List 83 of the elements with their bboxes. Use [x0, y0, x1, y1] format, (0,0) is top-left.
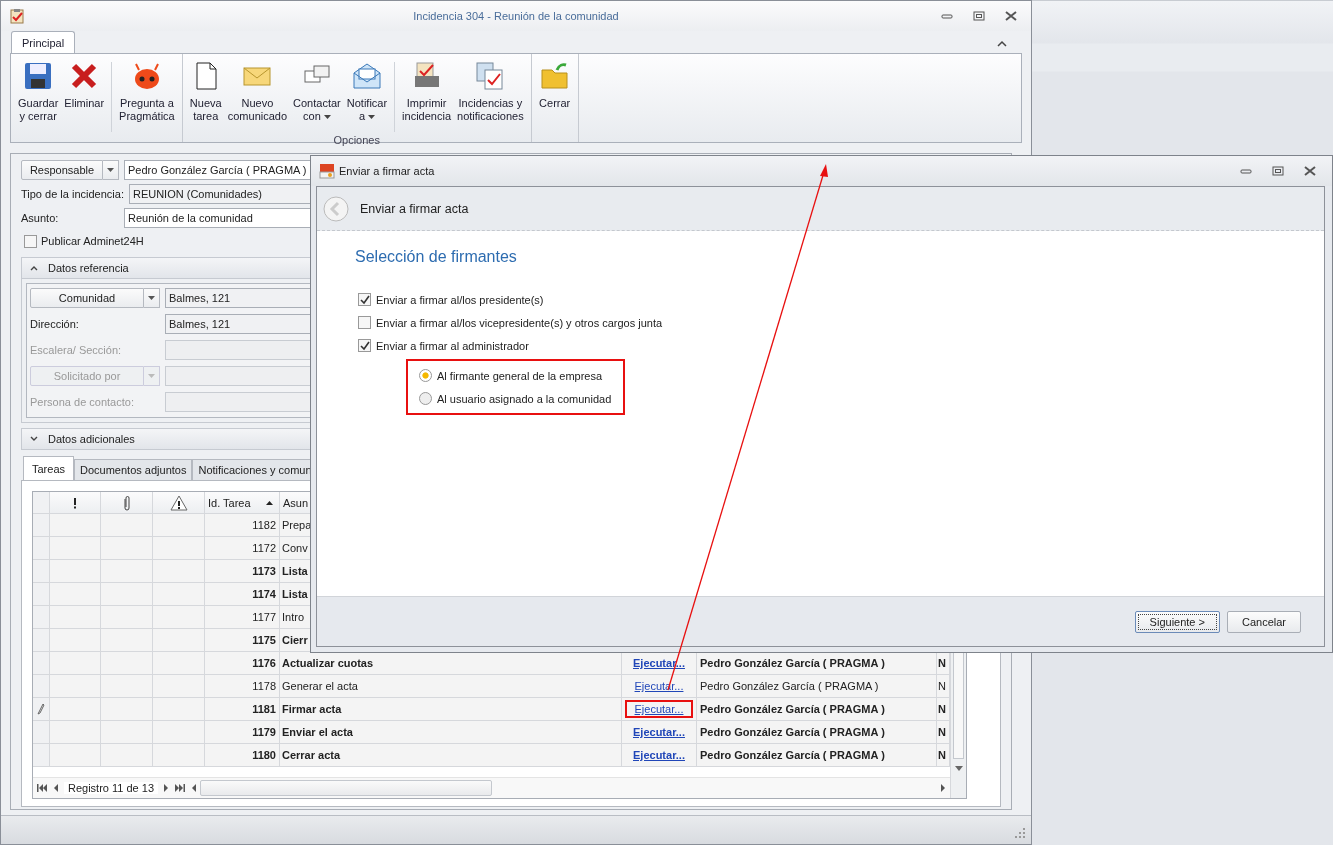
checkbox[interactable] [358, 339, 371, 352]
ribbon-button[interactable]: Nuevo comunicado [224, 58, 291, 125]
folder-icon [538, 60, 571, 92]
scroll-left-icon[interactable] [191, 784, 197, 792]
cancel-button[interactable]: Cancelar [1226, 610, 1301, 633]
checkbox-label: Enviar a firmar al/los vicepresidente(s) y otros cargos junta [376, 316, 663, 329]
ribbon-tab[interactable]: Principal [11, 31, 76, 53]
radio-label: Al firmante general de la empresa [437, 369, 603, 382]
action-link[interactable]: Ejecutar... [633, 726, 685, 738]
table-cell [153, 744, 205, 767]
table-cell: Cerrar acta [280, 744, 622, 767]
scroll-right-icon[interactable] [941, 784, 946, 792]
ribbon-button[interactable]: Cerrar [535, 58, 574, 112]
pdf-icon [319, 163, 335, 179]
field-label: Escalera/ Sección: [30, 344, 123, 356]
action-link[interactable]: Ejecutar... [634, 703, 684, 715]
table-cell [50, 744, 101, 767]
responsible-button[interactable]: Responsable [21, 159, 103, 180]
checkbox-label: Publicar Adminet24H [41, 235, 144, 247]
lookup-button[interactable]: Comunidad [30, 288, 144, 308]
checkbox[interactable] [358, 316, 371, 329]
field-label: Asunto: [21, 210, 60, 225]
group-label: Opciones [332, 133, 381, 148]
next-icon[interactable] [164, 784, 170, 792]
maximize-icon[interactable] [973, 11, 985, 21]
tab[interactable]: Documentos adjuntos [74, 459, 193, 480]
ribbon-button[interactable]: Guardar y cerrar [15, 58, 62, 125]
scroll-down-icon[interactable] [955, 766, 963, 771]
ribbon-button[interactable]: Nueva tarea [186, 58, 225, 125]
back-button[interactable] [323, 195, 349, 222]
dropdown-button[interactable] [103, 159, 119, 180]
table-cell [101, 744, 153, 767]
first-record-icon[interactable] [37, 784, 47, 792]
checkbox-label: Enviar a firmar al/los presidente(s) [376, 293, 544, 306]
checkbox[interactable] [24, 234, 37, 248]
ribbon-button[interactable]: Notificar a [343, 58, 391, 125]
radio-button[interactable] [419, 392, 432, 405]
collapse-icon[interactable] [997, 40, 1007, 48]
chevron-icon [30, 436, 38, 442]
checkbox[interactable] [358, 293, 371, 306]
column-title: Asun [283, 496, 310, 509]
ribbon-button[interactable]: Incidencias y notificaciones [454, 58, 527, 125]
row-indicator[interactable] [33, 698, 50, 721]
paperclip-icon [122, 494, 131, 511]
column-title: Id. Tarea [208, 496, 252, 509]
table-cell: 1180 [205, 744, 280, 767]
record-counter: Registro 11 de 13 [64, 782, 159, 794]
field-label: Persona de contacto: [30, 396, 135, 408]
horizontal-scrollbar[interactable] [191, 779, 946, 797]
chevron-icon [30, 265, 38, 271]
table-cell: Pedro González García ( PRAGMA ) [697, 744, 937, 767]
tab[interactable]: Tareas [23, 456, 75, 480]
checkbox-label: Enviar a firmar al administrador [376, 339, 529, 352]
ribbon-button[interactable]: Contactar con [290, 58, 344, 125]
warning-icon [169, 494, 188, 511]
minimize-icon[interactable] [1240, 166, 1252, 176]
exclamation-icon [73, 496, 77, 509]
ribbon-button[interactable]: Eliminar [61, 58, 108, 112]
caret-icon [148, 374, 155, 378]
dropdown-button[interactable] [144, 288, 160, 308]
radio-button[interactable] [419, 369, 432, 382]
previous-icon[interactable] [53, 784, 58, 792]
pencil-icon [37, 703, 45, 715]
wizard-title: Enviar a firmar acta [360, 201, 469, 216]
minimize-icon[interactable] [941, 11, 953, 21]
close-icon[interactable] [1304, 166, 1316, 176]
ribbon-button[interactable]: Imprimir incidencia [399, 58, 455, 125]
close-icon[interactable] [1005, 11, 1017, 21]
maximize-icon[interactable] [1272, 166, 1284, 176]
radio-label: Al usuario asignado a la comunidad [437, 392, 612, 405]
caret-icon [107, 167, 114, 172]
action-link[interactable]: Ejecutar... [633, 749, 685, 761]
dialog-title: Enviar a firmar acta [339, 165, 435, 177]
field-label: Dirección: [30, 318, 80, 330]
last-record-icon[interactable] [175, 784, 186, 792]
section-heading: Selección de firmantes [355, 248, 518, 266]
ribbon-button[interactable]: Pregunta a Pragmática [116, 58, 178, 125]
resize-grip-icon[interactable] [1015, 828, 1025, 838]
next-button[interactable]: Siguiente > [1134, 610, 1220, 633]
caret-icon [148, 296, 155, 300]
window-title: Incidencia 304 - Reunión de la comunidad [413, 10, 619, 22]
clipboard-icon [9, 8, 25, 24]
field-label: Tipo de la incidencia: [21, 186, 124, 201]
